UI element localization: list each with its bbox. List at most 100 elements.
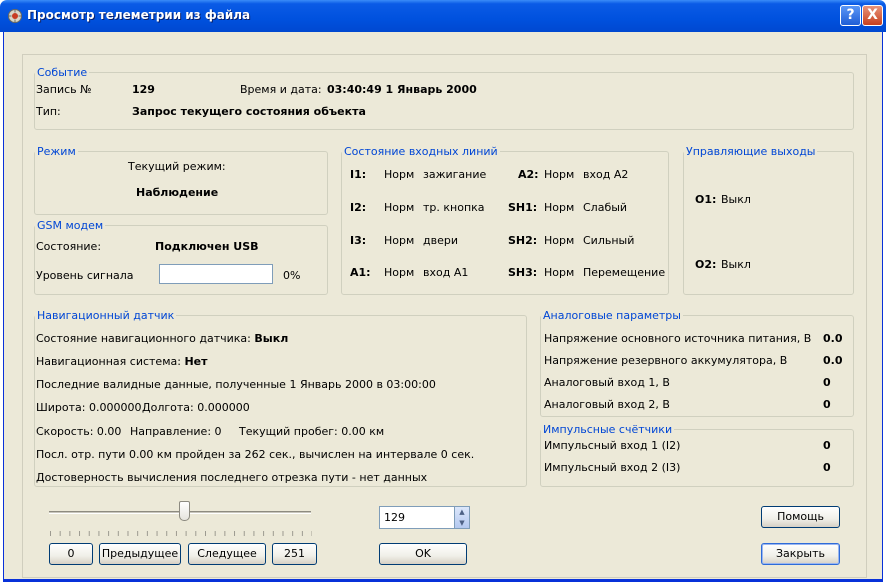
nav-system-label: Навигационная система: [36, 355, 181, 368]
current-mode-value: Наблюдение [136, 186, 219, 199]
nav-sensor-group: Навигационный датчик Состояние навигацио… [34, 309, 527, 487]
control-outputs-group: Управляющие выходы O1: Выкл O2: Выкл [683, 145, 854, 295]
analog-row-value: 0.0 [823, 332, 843, 345]
input-line-id: I3: [350, 234, 367, 247]
record-value: 129 [132, 83, 155, 96]
spin-down-icon[interactable]: ▼ [455, 518, 469, 529]
nav-system-value: Нет [184, 355, 208, 368]
title-bar[interactable]: Просмотр телеметрии из файла ? X [0, 0, 886, 32]
analog-row-value: 0.0 [823, 354, 843, 367]
input-line-id: SH3: [508, 266, 538, 279]
pulse-row-value: 0 [823, 439, 831, 452]
help-button[interactable]: Помощь [761, 506, 840, 528]
input-line-id: SH1: [508, 201, 538, 214]
input-line-id: SH2: [508, 234, 538, 247]
nav-longitude: Долгота: 0.000000 [142, 401, 250, 414]
output-o2-id: O2: [695, 258, 717, 271]
event-group: Событие Запись № 129 Время и дата: 03:40… [34, 66, 854, 130]
gsm-legend: GSM модем [35, 219, 106, 232]
output-o2-state: Выкл [721, 258, 751, 271]
input-line-name: вход А1 [423, 266, 469, 279]
pulse-row-value: 0 [823, 461, 831, 474]
pulse-counters-legend: Импульсные счётчики [541, 423, 675, 436]
record-slider-ticks [50, 531, 312, 536]
input-lines-legend: Состояние входных линий [342, 145, 500, 158]
nav-speed: Скорость: 0.00 [36, 425, 122, 438]
ok-button[interactable]: OK [379, 543, 467, 565]
gsm-state-value: Подключен USB [155, 240, 259, 253]
input-line-name: двери [423, 234, 458, 247]
nav-sensor-legend: Навигационный датчик [35, 309, 177, 322]
input-line-state: Норм [544, 201, 575, 214]
input-line-name: Сильный [583, 234, 635, 247]
title-close-button[interactable]: X [862, 5, 883, 26]
nav-system: Навигационная система: Нет [36, 355, 207, 368]
datetime-value: 03:40:49 1 Январь 2000 [327, 83, 477, 96]
title-help-button[interactable]: ? [840, 5, 861, 26]
analog-row-value: 0 [823, 376, 831, 389]
input-line-id: I1: [350, 168, 367, 181]
analog-row-label: Аналоговый вход 2, В [544, 398, 670, 411]
mode-group: Режим Текущий режим: Наблюдение [34, 145, 328, 215]
nav-direction: Направление: 0 [130, 425, 222, 438]
input-line-name: тр. кнопка [423, 201, 485, 214]
output-o1-state: Выкл [721, 193, 751, 206]
input-line-state: Норм [544, 234, 575, 247]
nav-sensor-state-label: Состояние навигационного датчика: [36, 332, 251, 345]
input-line-state: Норм [544, 266, 575, 279]
last-record-button[interactable]: 251 [272, 543, 317, 565]
record-number-input[interactable]: 129 ▲ ▼ [379, 506, 470, 529]
input-line-id: A2: [518, 168, 539, 181]
nav-reliability: Достоверность вычисления последнего отре… [36, 471, 428, 484]
pulse-counters-group: Импульсные счётчики Импульсный вход 1 (I… [540, 423, 854, 487]
input-line-name: Слабый [583, 201, 628, 214]
current-mode-label: Текущий режим: [128, 160, 226, 173]
input-line-state: Норм [384, 234, 415, 247]
analog-params-group: Аналоговые параметры Напряжение основног… [540, 309, 854, 417]
gsm-group: GSM модем Состояние: Подключен USB Урове… [34, 219, 328, 295]
control-outputs-legend: Управляющие выходы [684, 145, 818, 158]
event-legend: Событие [35, 66, 90, 79]
nav-mileage: Текущий пробег: 0.00 км [239, 425, 385, 438]
app-icon [8, 9, 22, 23]
dialog-client-area: Событие Запись № 129 Время и дата: 03:40… [3, 32, 883, 582]
analog-row-label: Напряжение резервного аккумулятора, В [544, 354, 788, 367]
analog-params-legend: Аналоговые параметры [541, 309, 683, 322]
signal-level-bar [159, 264, 273, 284]
nav-sensor-state-value: Выкл [254, 332, 289, 345]
nav-last-valid: Последние валидные данные, полученные 1 … [36, 378, 436, 391]
input-line-id: I2: [350, 201, 367, 214]
signal-level-label: Уровень сигнала [36, 269, 134, 282]
nav-sensor-state: Состояние навигационного датчика: Выкл [36, 332, 288, 345]
input-line-name: вход А2 [583, 168, 629, 181]
record-label: Запись № [36, 83, 92, 96]
record-number-spinner[interactable]: ▲ ▼ [454, 507, 469, 528]
signal-level-percent: 0% [283, 269, 301, 282]
input-line-name: зажигание [423, 168, 487, 181]
nav-latitude: Широта: 0.000000 [36, 401, 142, 414]
analog-row-label: Напряжение основного источника питания, … [544, 332, 812, 345]
mode-legend: Режим [35, 145, 78, 158]
next-record-button[interactable]: Следущее [188, 543, 266, 565]
input-line-state: Норм [384, 168, 415, 181]
input-line-name: Перемещение [583, 266, 666, 279]
gsm-state-label: Состояние: [36, 240, 102, 253]
type-label: Тип: [36, 105, 61, 118]
datetime-label: Время и дата: [240, 83, 322, 96]
type-value: Запрос текущего состояния объекта [132, 105, 366, 118]
input-lines-group: Состояние входных линий I1: Норм зажигание… [341, 145, 669, 295]
analog-row-value: 0 [823, 398, 831, 411]
output-o1-id: O1: [695, 193, 717, 206]
pulse-row-label: Импульсный вход 1 (I2) [544, 439, 681, 452]
input-line-state: Норм [544, 168, 575, 181]
input-line-state: Норм [384, 201, 415, 214]
spin-up-icon[interactable]: ▲ [455, 507, 469, 518]
first-record-button[interactable]: 0 [49, 543, 93, 565]
nav-segment: Посл. отр. пути 0.00 км пройден за 262 с… [36, 448, 475, 461]
input-line-state: Норм [384, 266, 415, 279]
close-button[interactable]: Закрыть [761, 543, 840, 565]
pulse-row-label: Импульсный вход 2 (I3) [544, 461, 681, 474]
input-line-id: A1: [350, 266, 371, 279]
record-slider-thumb[interactable] [178, 501, 190, 521]
previous-record-button[interactable]: Предыдущее [99, 543, 181, 565]
